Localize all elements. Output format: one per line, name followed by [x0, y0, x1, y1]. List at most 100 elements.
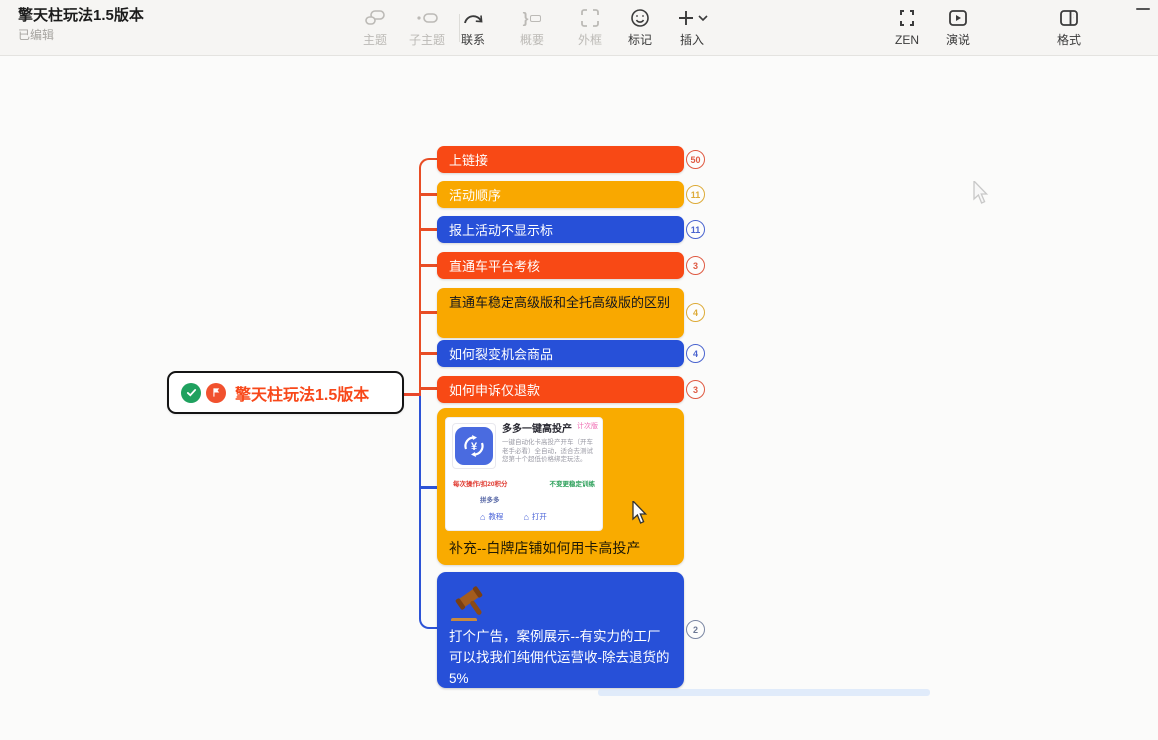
- connector-stub: [421, 193, 437, 196]
- card-open-label: 打开: [532, 511, 547, 522]
- card-tutorial-button[interactable]: ⌂ 教程: [480, 511, 503, 522]
- count-badge[interactable]: 3: [686, 256, 705, 275]
- count-badge-value: 3: [693, 261, 698, 271]
- subtopic-button[interactable]: 子主题: [401, 6, 453, 48]
- branch-node-shanglianjie[interactable]: 上链接: [437, 146, 684, 173]
- branch-node-zhitongche-kaohe[interactable]: 直通车平台考核: [437, 252, 684, 279]
- connector-root-stub: [404, 393, 421, 396]
- present-label: 演说: [932, 32, 984, 48]
- zen-button[interactable]: ZEN: [881, 6, 933, 48]
- gavel-icon: [449, 582, 672, 622]
- topic-icon: [349, 6, 401, 30]
- count-badge[interactable]: 2: [686, 620, 705, 639]
- document-title: 擎天柱玩法1.5版本: [18, 6, 144, 26]
- flag-circle-icon[interactable]: [206, 383, 226, 403]
- connector-stub: [421, 352, 437, 355]
- svg-text:¥: ¥: [471, 441, 478, 453]
- topic-label: 主题: [349, 32, 401, 48]
- card-stat-cost: 每次操作/扣20积分: [453, 478, 508, 488]
- branch-label: 如何裂变机会商品: [449, 344, 553, 363]
- subtopic-label: 子主题: [401, 32, 453, 48]
- home-icon: ⌂: [480, 512, 485, 522]
- card-open-button[interactable]: ⌂ 打开: [523, 511, 546, 522]
- topic-button[interactable]: 主题: [349, 6, 401, 48]
- marker-button[interactable]: 标记: [614, 6, 666, 48]
- format-label: 格式: [1043, 32, 1095, 48]
- count-badge-value: 4: [693, 308, 698, 318]
- boundary-icon: [564, 6, 616, 30]
- count-badge[interactable]: 11: [686, 185, 705, 204]
- document-meta: 擎天柱玩法1.5版本 已编辑: [18, 6, 144, 44]
- summary-icon: }: [506, 6, 558, 30]
- count-badge-value: 11: [691, 190, 701, 200]
- count-badge[interactable]: 3: [686, 380, 705, 399]
- card-app-description: 一键自动化卡高投产开车（开车老手必看）全自动，适合去测试您第十个超低价格绑定玩法…: [502, 439, 596, 465]
- relationship-icon: [447, 6, 499, 30]
- connector-stub: [421, 228, 437, 231]
- branch-label: 直通车稳定高级版和全托高级版的区别: [449, 293, 670, 313]
- branch-label: 直通车平台考核: [449, 256, 540, 275]
- ghost-cursor: [973, 181, 994, 205]
- branch-node-liebian-shangpin[interactable]: 如何裂变机会商品: [437, 340, 684, 367]
- check-circle-icon[interactable]: [181, 383, 201, 403]
- summary-label: 概要: [506, 32, 558, 48]
- branch-label: 活动顺序: [449, 185, 501, 204]
- insert-button[interactable]: 插入: [666, 6, 718, 48]
- zen-mode-icon: [881, 6, 933, 30]
- count-badge[interactable]: 4: [686, 303, 705, 322]
- insert-plus-icon: [666, 6, 718, 30]
- format-panel-icon: [1043, 6, 1095, 30]
- count-badge-value: 3: [693, 385, 698, 395]
- root-topic-node[interactable]: 擎天柱玩法1.5版本: [167, 371, 404, 414]
- branch-label: 如何申诉仅退款: [449, 380, 540, 399]
- count-badge[interactable]: 50: [686, 150, 705, 169]
- count-badge-value: 2: [693, 625, 698, 635]
- marker-smiley-icon: [614, 6, 666, 30]
- relationship-button[interactable]: 联系: [447, 6, 499, 48]
- count-badge[interactable]: 11: [686, 220, 705, 239]
- count-badge[interactable]: 4: [686, 344, 705, 363]
- count-badge-value: 4: [693, 349, 698, 359]
- branch-label: 上链接: [449, 150, 488, 169]
- home-icon: ⌂: [523, 512, 528, 522]
- connector-stub: [421, 264, 437, 267]
- present-button[interactable]: 演说: [932, 6, 984, 48]
- branch-node-shensu-tuikuan[interactable]: 如何申诉仅退款: [437, 376, 684, 403]
- yuan-cycle-icon: ¥: [455, 427, 493, 465]
- present-play-icon: [932, 6, 984, 30]
- insert-label: 插入: [666, 32, 718, 48]
- connector-stub: [421, 311, 437, 314]
- document-status: 已编辑: [18, 26, 144, 44]
- toolbar: 擎天柱玩法1.5版本 已编辑 主题 子主题 联系 }: [0, 0, 1158, 56]
- subtopic-icon: [401, 6, 453, 30]
- embedded-app-card-image[interactable]: 计次版 ¥ 多多一键高投产 一键自动化卡高投产开车（开车老手必看）全自动，适合: [445, 417, 603, 531]
- app-icon-frame: ¥: [452, 423, 496, 469]
- window-minimize-dash[interactable]: [1136, 8, 1150, 10]
- card-tutorial-label: 教程: [488, 511, 503, 522]
- count-badge-value: 11: [691, 225, 701, 235]
- ad-node-text: 打个广告，案例展示--有实力的工厂可以找我们纯佣代运营收-除去退货的5%: [449, 626, 672, 689]
- branch-node-huodong-shunxu[interactable]: 活动顺序: [437, 181, 684, 208]
- count-badge-value: 50: [690, 155, 700, 165]
- branch-node-zhitongche-qubie[interactable]: 直通车稳定高级版和全托高级版的区别: [437, 288, 684, 338]
- relationship-label: 联系: [447, 32, 499, 48]
- zen-label: ZEN: [881, 32, 933, 48]
- card-stat-note: 不变更稳定训练: [550, 478, 596, 488]
- boundary-button[interactable]: 外框: [564, 6, 616, 48]
- horizontal-scrollbar[interactable]: [598, 689, 930, 696]
- marker-label: 标记: [614, 32, 666, 48]
- connector-stub: [421, 387, 437, 390]
- summary-button[interactable]: } 概要: [506, 6, 558, 48]
- ad-node[interactable]: 打个广告，案例展示--有实力的工厂可以找我们纯佣代运营收-除去退货的5%: [437, 572, 684, 688]
- root-topic-label: 擎天柱玩法1.5版本: [235, 381, 369, 405]
- mouse-cursor: [632, 501, 653, 525]
- format-button[interactable]: 格式: [1043, 6, 1095, 48]
- supplement-node-label: 补充--白牌店铺如何用卡高投产: [445, 538, 676, 558]
- branch-node-baoshang-huodong[interactable]: 报上活动不显示标: [437, 216, 684, 243]
- supplement-node[interactable]: 计次版 ¥ 多多一键高投产 一键自动化卡高投产开车（开车老手必看）全自动，适合: [437, 408, 684, 565]
- mindmap-canvas[interactable]: 擎天柱玩法1.5版本 上链接 活动顺序 报上活动不显示标 直通车平台考核 直通车…: [0, 56, 1158, 740]
- boundary-label: 外框: [564, 32, 616, 48]
- connector-stub: [421, 486, 437, 489]
- card-edition-tag: 计次版: [577, 421, 598, 431]
- connector-spine-lower: [419, 395, 438, 629]
